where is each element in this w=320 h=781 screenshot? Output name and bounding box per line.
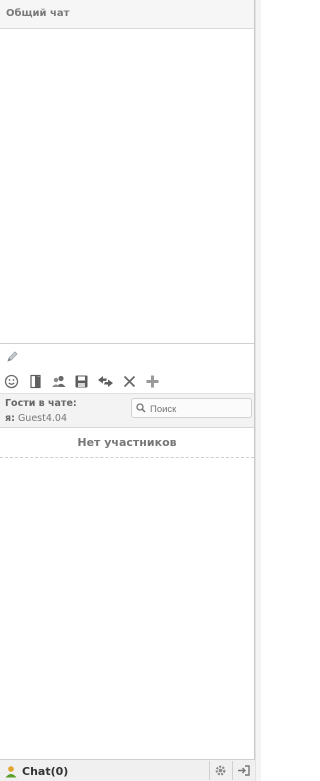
- chat-user-icon: [5, 765, 17, 777]
- search-box[interactable]: [131, 398, 252, 418]
- divider: [0, 457, 254, 458]
- chat-tab[interactable]: Chat(0): [4, 763, 68, 779]
- current-user-name: Guest4.04: [17, 413, 67, 424]
- refresh-icon[interactable]: [97, 373, 114, 390]
- logout-icon[interactable]: [232, 761, 254, 780]
- guests-title: Гости в чате:: [5, 398, 77, 409]
- search-input[interactable]: [148, 401, 252, 417]
- close-icon[interactable]: [121, 373, 138, 390]
- messages-area[interactable]: [0, 29, 254, 343]
- chat-toolbar: [0, 370, 254, 393]
- scrollbar[interactable]: [255, 0, 261, 781]
- no-participants-text: Нет участников: [77, 436, 177, 449]
- search-icon: [136, 403, 146, 413]
- save-icon[interactable]: [73, 373, 90, 390]
- chat-header-title: Общий чат: [0, 0, 254, 29]
- chat-panel: Общий чат Гости в чате: я: Guest4.04 Пои…: [0, 0, 255, 781]
- current-user: я: Guest4.04: [5, 413, 67, 424]
- pencil-icon: [5, 349, 19, 363]
- current-user-label: я:: [5, 413, 15, 424]
- add-icon[interactable]: [144, 373, 161, 390]
- guests-section: Гости в чате: я: Guest4.04: [0, 393, 254, 428]
- message-input[interactable]: [22, 347, 251, 367]
- message-input-row: [0, 343, 254, 371]
- chat-tab-label: Chat(0): [22, 764, 69, 778]
- exit-door-icon[interactable]: [27, 373, 44, 390]
- bottom-bar: Chat(0): [0, 759, 255, 781]
- smiley-icon[interactable]: [3, 373, 20, 390]
- gear-icon[interactable]: [209, 761, 231, 780]
- users-icon[interactable]: [50, 373, 67, 390]
